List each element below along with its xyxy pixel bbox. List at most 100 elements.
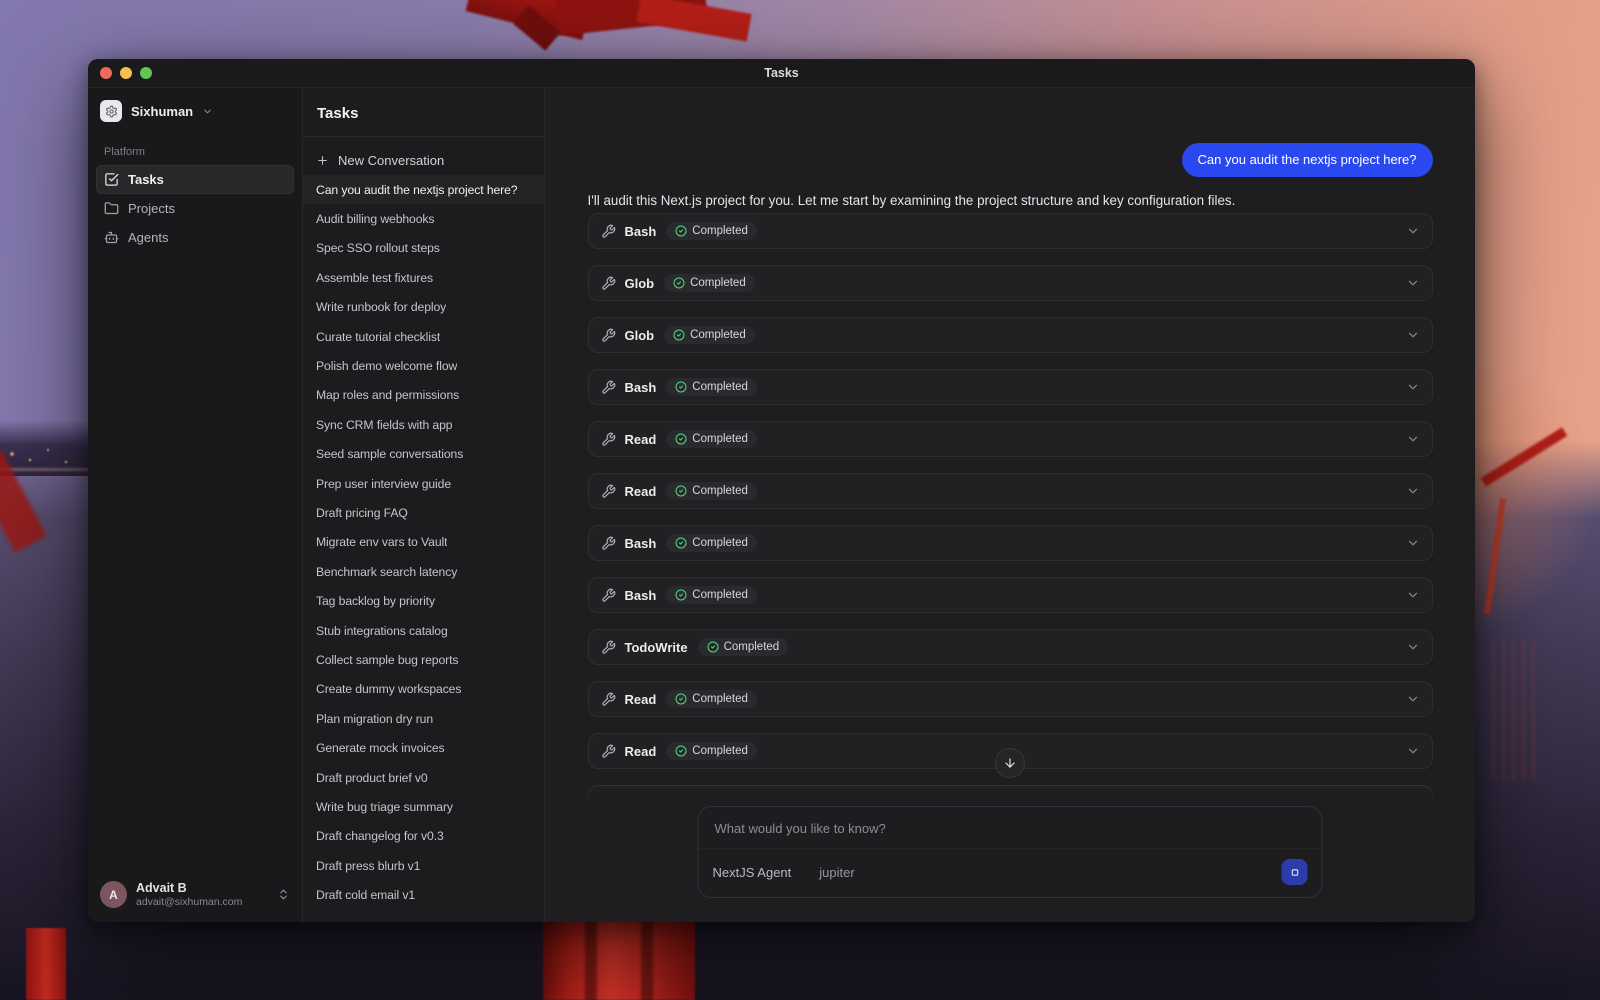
wrench-icon xyxy=(601,744,616,759)
sidebar-item-projects[interactable]: Projects xyxy=(96,194,294,223)
tool-call-row[interactable]: Bash Completed xyxy=(588,577,1433,613)
tool-call-row[interactable]: Glob Completed xyxy=(588,317,1433,353)
conversation-item[interactable]: Plan migration dry run xyxy=(303,704,544,733)
conversation-item[interactable]: Generate mock invoices xyxy=(303,733,544,762)
chevron-down-icon[interactable] xyxy=(1406,224,1420,238)
conversation-item[interactable]: Benchmark search latency xyxy=(303,557,544,586)
conversation-item[interactable]: Seed sample conversations xyxy=(303,440,544,469)
conversation-item[interactable]: Prep user interview guide xyxy=(303,469,544,498)
tool-name: Bash xyxy=(625,536,657,551)
tool-call-row[interactable]: Glob Completed xyxy=(588,265,1433,301)
conversation-item[interactable]: Draft product brief v0 xyxy=(303,763,544,792)
conversation-item[interactable]: Draft cold email v1 xyxy=(303,880,544,909)
panel-title: Tasks xyxy=(303,88,544,137)
conversation-item[interactable]: Curate tutorial checklist xyxy=(303,322,544,351)
user-email: advait@sixhuman.com xyxy=(136,896,268,908)
conversation-item[interactable]: Create dummy workspaces xyxy=(303,675,544,704)
scroll-to-bottom-button[interactable] xyxy=(995,748,1025,778)
sidebar-section-label: Platform xyxy=(104,146,286,158)
sidebar-item-label: Agents xyxy=(128,230,168,245)
user-account-menu[interactable]: A Advait B advait@sixhuman.com xyxy=(100,881,290,908)
tool-call-row[interactable]: Bash Completed xyxy=(588,369,1433,405)
conversation-item[interactable]: Draft press blurb v1 xyxy=(303,851,544,880)
wrench-icon xyxy=(601,588,616,603)
titlebar[interactable]: Tasks xyxy=(88,59,1475,88)
tool-call-row[interactable]: TodoWrite Completed xyxy=(588,629,1433,665)
status-badge: Completed xyxy=(666,742,757,760)
tool-call-row[interactable]: Bash Completed xyxy=(588,213,1433,249)
conversation-item[interactable]: Audit billing webhooks xyxy=(303,204,544,233)
wrench-icon xyxy=(601,640,616,655)
chevron-down-icon[interactable] xyxy=(1406,432,1420,446)
conversation-item[interactable]: Spec SSO rollout steps xyxy=(303,234,544,263)
assistant-message: I'll audit this Next.js project for you.… xyxy=(588,192,1433,210)
conversation-item[interactable]: Draft changelog for v0.3 xyxy=(303,822,544,851)
wrench-icon xyxy=(601,484,616,499)
conversation-item-label: Seed sample conversations xyxy=(316,447,463,461)
chat-area: Can you audit the nextjs project here? I… xyxy=(545,88,1475,922)
conversation-item[interactable]: Collect sample bug reports xyxy=(303,645,544,674)
chevron-down-icon[interactable] xyxy=(1406,744,1420,758)
conversation-item[interactable]: Write runbook for deploy xyxy=(303,293,544,322)
partial-tool-row xyxy=(588,785,1433,803)
tool-call-row[interactable]: Read Completed xyxy=(588,473,1433,509)
conversation-item[interactable]: Tag backlog by priority xyxy=(303,586,544,615)
tool-call-row[interactable]: Read Completed xyxy=(588,681,1433,717)
sidebar-item-label: Projects xyxy=(128,201,175,216)
conversation-item-label: Map roles and permissions xyxy=(316,388,459,402)
status-label: Completed xyxy=(692,693,748,705)
conversation-panel: Tasks New Conversation Can you audit the… xyxy=(302,88,545,922)
plus-icon xyxy=(316,154,329,167)
composer: What would you like to know? NextJS Agen… xyxy=(698,806,1323,898)
conversation-item[interactable]: Can you audit the nextjs project here? xyxy=(303,175,544,204)
conversation-item[interactable]: Assemble test fixtures xyxy=(303,263,544,292)
tool-call-row[interactable]: Bash Completed xyxy=(588,525,1433,561)
chevron-down-icon[interactable] xyxy=(1406,276,1420,290)
conversation-item[interactable]: Migrate env vars to Vault xyxy=(303,528,544,557)
zoom-button[interactable] xyxy=(140,67,152,79)
sidebar-item-agents[interactable]: Agents xyxy=(96,223,294,252)
tool-name: Read xyxy=(625,692,657,707)
status-label: Completed xyxy=(692,537,748,549)
close-button[interactable] xyxy=(100,67,112,79)
check-circle-icon xyxy=(675,433,687,445)
water-reflection xyxy=(1492,640,1540,780)
chevron-down-icon[interactable] xyxy=(1406,380,1420,394)
agent-selector[interactable]: NextJS Agent xyxy=(713,865,792,880)
wrench-icon xyxy=(601,432,616,447)
conversation-item[interactable]: Map roles and permissions xyxy=(303,381,544,410)
new-conversation-button[interactable]: New Conversation xyxy=(303,145,544,175)
horizon-glow xyxy=(0,468,92,471)
conversation-item[interactable]: Write bug triage summary xyxy=(303,792,544,821)
avatar: A xyxy=(100,881,127,908)
chevron-down-icon[interactable] xyxy=(1406,536,1420,550)
chevron-down-icon[interactable] xyxy=(1406,640,1420,654)
tool-name: Bash xyxy=(625,588,657,603)
wrench-icon xyxy=(601,380,616,395)
conversation-item[interactable]: Sync CRM fields with app xyxy=(303,410,544,439)
conversation-item-label: Assemble test fixtures xyxy=(316,271,433,285)
tool-name: Glob xyxy=(625,328,655,343)
minimize-button[interactable] xyxy=(120,67,132,79)
composer-input[interactable]: What would you like to know? xyxy=(699,807,1322,836)
check-circle-icon xyxy=(675,745,687,757)
chevron-down-icon[interactable] xyxy=(1406,484,1420,498)
conversation-item[interactable]: Draft pricing FAQ xyxy=(303,498,544,527)
sidebar-item-tasks[interactable]: Tasks xyxy=(96,165,294,194)
conversation-item[interactable]: Polish demo welcome flow xyxy=(303,351,544,380)
chevron-down-icon[interactable] xyxy=(1406,692,1420,706)
workspace-switcher[interactable]: Sixhuman xyxy=(100,100,290,122)
status-label: Completed xyxy=(690,277,746,289)
conversation-item-label: Stub integrations catalog xyxy=(316,624,448,638)
stop-button[interactable] xyxy=(1282,859,1308,885)
chevron-down-icon[interactable] xyxy=(1406,588,1420,602)
model-selector[interactable]: jupiter xyxy=(819,865,854,880)
tool-call-row[interactable]: Read Completed xyxy=(588,421,1433,457)
conversation-item-label: Can you audit the nextjs project here? xyxy=(316,183,517,197)
conversation-item-label: Audit billing webhooks xyxy=(316,212,434,226)
conversation-item[interactable]: Stub integrations catalog xyxy=(303,616,544,645)
conversation-item-label: Plan migration dry run xyxy=(316,712,433,726)
status-badge: Completed xyxy=(664,274,755,292)
chevron-down-icon[interactable] xyxy=(1406,328,1420,342)
user-name: Advait B xyxy=(136,881,268,895)
